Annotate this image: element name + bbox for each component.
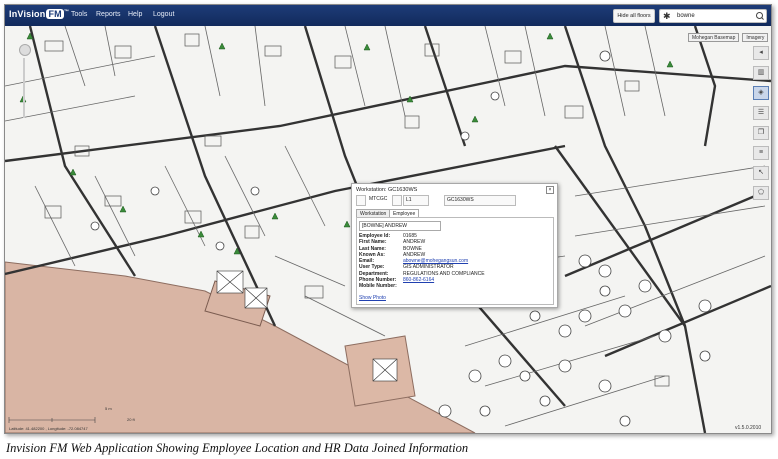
menu-logout[interactable]: Logout	[153, 11, 174, 18]
legend-icon[interactable]: ☰	[753, 106, 769, 120]
search-input[interactable]: ✱ bowne	[659, 9, 767, 23]
show-photo-link[interactable]: Show Photo	[359, 295, 386, 301]
layers-icon[interactable]: ◈	[753, 86, 769, 100]
version-label: v1.5.0.2010	[735, 425, 762, 431]
list-icon[interactable]: ≡	[753, 146, 769, 160]
menu-tools[interactable]: Tools	[71, 11, 87, 18]
phone-link[interactable]: 860-862-6164	[403, 277, 434, 283]
zoom-track[interactable]	[23, 58, 25, 118]
floor-select[interactable]: L1	[403, 195, 429, 206]
employee-select[interactable]: [BOWNE] ANDREW	[359, 221, 441, 231]
pointer-icon[interactable]: ↖	[753, 166, 769, 180]
asterisk-icon[interactable]: ✱	[663, 10, 671, 22]
book-icon[interactable]: ▥	[753, 66, 769, 80]
basemap-button[interactable]: Mohegan Basemap	[688, 33, 740, 42]
employee-fields: Employee Id: 01685 First Name: ANDREW Last…	[359, 233, 485, 290]
polygon-icon[interactable]: ⬠	[753, 186, 769, 200]
zoom-slider[interactable]	[19, 34, 31, 134]
app-frame: InVision FM ™ Tools Reports Help Logout Hi…	[4, 4, 772, 434]
close-icon[interactable]: ×	[546, 186, 554, 194]
collapse-icon[interactable]: ◂	[753, 46, 769, 60]
menu-reports[interactable]: Reports	[96, 11, 121, 18]
location-selectors: MTCGC L1 GC1630WS	[356, 195, 552, 206]
field-row: Mobile Number:	[359, 283, 397, 290]
figure-caption: Invision FM Web Application Showing Empl…	[6, 441, 469, 455]
menu-help[interactable]: Help	[128, 11, 142, 18]
zoom-handle[interactable]	[19, 44, 31, 56]
copy-icon[interactable]: ❐	[753, 126, 769, 140]
workstation-select[interactable]: GC1630WS	[444, 195, 516, 206]
floor-icon	[392, 195, 402, 206]
coordinate-readout: Latitude: 41.482200 , Longitude: -72.084…	[9, 426, 88, 431]
right-toolbar: ◂ ▥ ◈ ☰ ❐ ≡ ↖ ⬠	[753, 46, 769, 206]
hide-all-floors-button[interactable]: Hide all floors	[613, 9, 655, 23]
search-value: bowne	[677, 13, 695, 19]
basemap-switcher: Mohegan Basemap Imagery	[688, 33, 769, 42]
popup-title: Workstation: GC1630WS	[356, 187, 418, 193]
floor-plan-map[interactable]: Mohegan Basemap Imagery ◂ ▥ ◈ ☰ ❐ ≡ ↖ ⬠ …	[5, 25, 771, 433]
building-icon	[356, 195, 366, 206]
top-bar: InVision FM ™ Tools Reports Help Logout Hi…	[5, 5, 771, 26]
app-logo: InVision FM ™	[9, 9, 70, 19]
imagery-button[interactable]: Imagery	[742, 33, 769, 42]
search-icon[interactable]	[756, 12, 763, 19]
workstation-popup: Workstation: GC1630WS × MTCGC L1 GC1630W…	[351, 183, 558, 308]
email-link[interactable]: abowne@mohegangsun.com	[403, 258, 468, 264]
site-select[interactable]: MTCGC	[367, 195, 389, 204]
employee-info-panel: [BOWNE] ANDREW Employee Id: 01685 First N…	[356, 217, 554, 305]
